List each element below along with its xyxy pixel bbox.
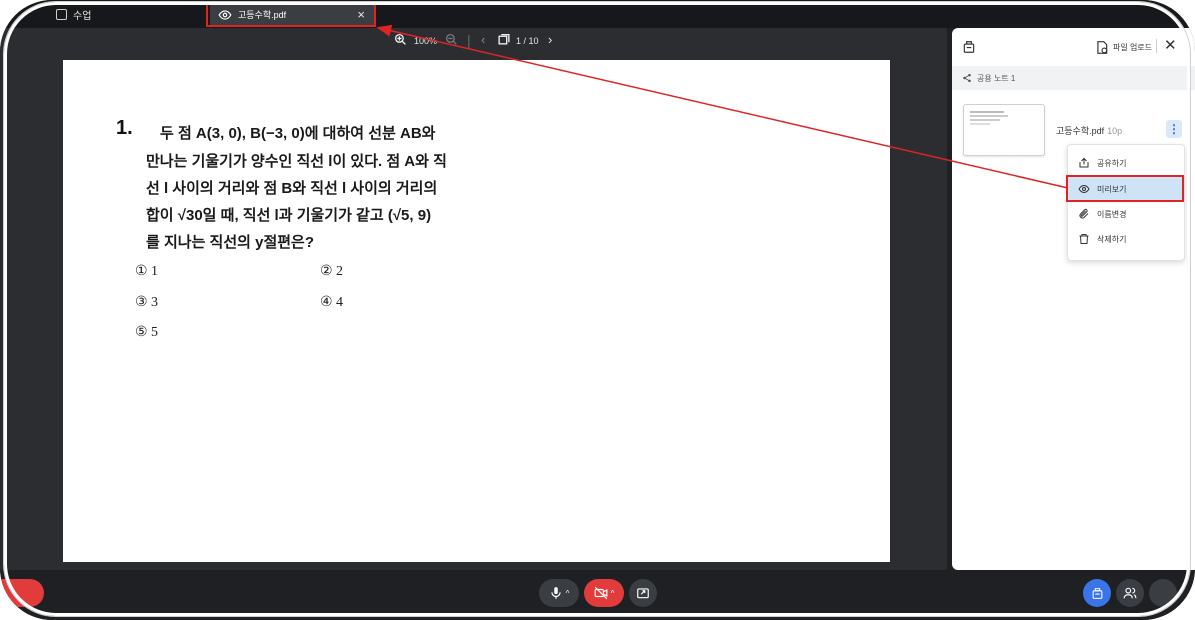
screenshot-border [4, 2, 1190, 616]
